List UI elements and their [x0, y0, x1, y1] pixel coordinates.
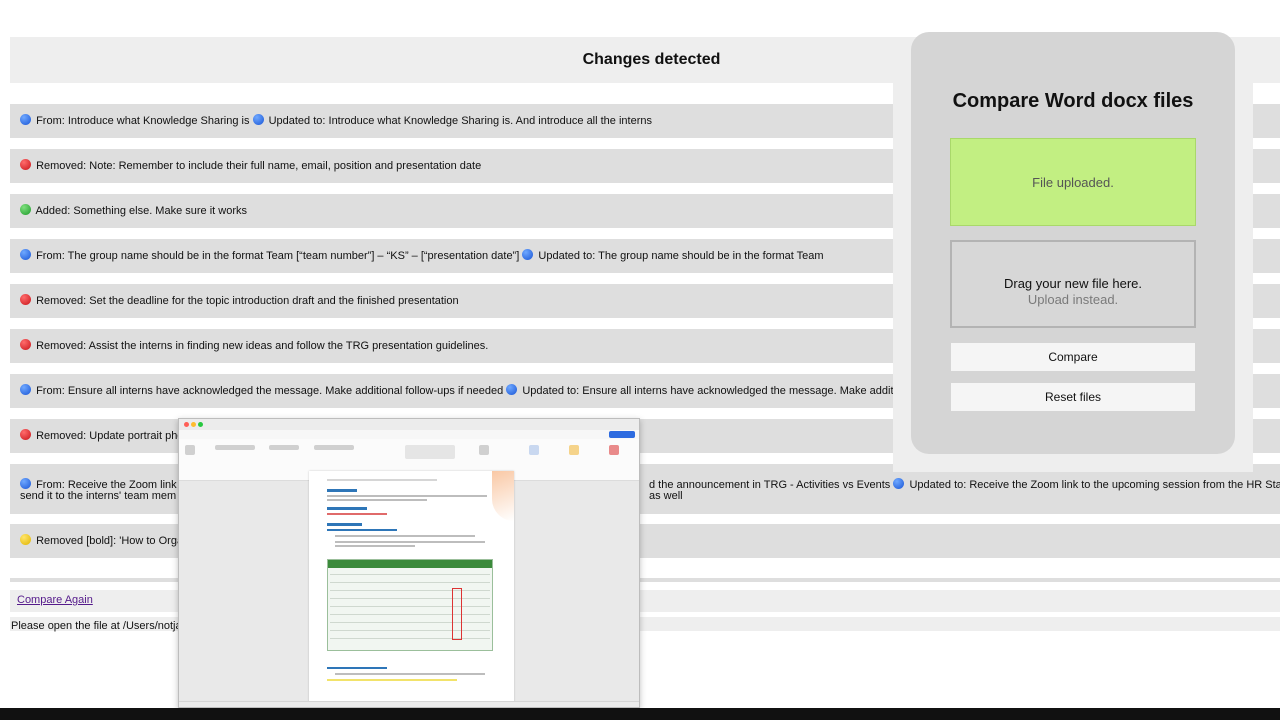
status-dot-icon: [20, 159, 31, 170]
change-text-updated: Updated to: Ensure all interns have ackn…: [522, 385, 896, 397]
status-dot-icon: [506, 384, 518, 395]
compare-panel: Compare Word docx files File uploaded. D…: [911, 32, 1235, 454]
uploaded-status: File uploaded.: [1032, 174, 1114, 190]
change-text: From: Introduce what Knowledge Sharing i…: [36, 115, 250, 127]
status-dot-icon: [20, 204, 31, 215]
addins-icon: [569, 445, 579, 455]
change-text: Removed [bold]: 'How to Orga: [36, 535, 184, 547]
font-box-icon: [215, 445, 255, 450]
thumbnail-titlebar: [179, 419, 639, 430]
change-text-cont2: as well: [649, 490, 683, 502]
thumbnail-ribbon-tabs: [179, 430, 639, 439]
change-text: Removed: Set the deadline for the topic …: [36, 295, 459, 307]
spreadsheet-image: [327, 559, 493, 651]
change-text-updated: Updated to: Introduce what Knowledge Sha…: [268, 115, 652, 127]
status-dot-icon: [20, 478, 31, 489]
word-document-thumbnail[interactable]: [178, 418, 640, 708]
reset-files-button[interactable]: Reset files: [951, 383, 1195, 411]
status-dot-icon: [893, 478, 905, 489]
status-dot-icon: [20, 249, 31, 260]
paste-icon: [185, 445, 195, 455]
uploaded-file-zone[interactable]: File uploaded.: [950, 138, 1196, 226]
status-dot-icon: [20, 384, 31, 395]
minimize-dot-icon: [191, 422, 196, 427]
status-dot-icon: [20, 294, 31, 305]
paragraph-icon: [314, 445, 354, 450]
change-text: From: The group name should be in the fo…: [36, 250, 520, 262]
open-file-note: Please open the file at /Users/notja: [11, 620, 182, 632]
status-dot-icon: [20, 429, 31, 440]
close-dot-icon: [184, 422, 189, 427]
change-text: Removed: Assist the interns in finding n…: [36, 340, 489, 352]
upload-instead-link[interactable]: Upload instead.: [952, 292, 1194, 308]
dictate-icon: [479, 445, 489, 455]
change-text-updated: Updated to: The group name should be in …: [538, 250, 824, 262]
status-dot-icon: [20, 339, 31, 350]
change-text-cont: send it to the interns' team mem: [20, 490, 177, 502]
acrobat-icon: [609, 445, 619, 455]
thumbnail-page: [309, 471, 514, 705]
styles-icon: [405, 445, 455, 459]
change-text: Removed: Note: Remember to include their…: [36, 160, 482, 172]
compare-button[interactable]: Compare: [951, 343, 1195, 371]
format-icon: [269, 445, 299, 450]
change-text: From: Ensure all interns have acknowledg…: [36, 385, 504, 397]
desktop-edge: [0, 708, 1280, 720]
status-dot-icon: [252, 114, 264, 125]
status-dot-icon: [20, 534, 31, 545]
zoom-dot-icon: [198, 422, 203, 427]
status-dot-icon: [20, 114, 31, 125]
thumbnail-status-bar: [179, 701, 639, 707]
compare-again-link[interactable]: Compare Again: [17, 594, 93, 606]
change-text: Removed: Update portrait pho: [36, 430, 184, 442]
dropzone-label: Drag your new file here.: [1003, 276, 1142, 291]
share-icon: [609, 431, 635, 438]
panel-title: Compare Word docx files: [952, 90, 1194, 112]
change-text: Added: Something else. Make sure it work…: [35, 205, 247, 217]
status-dot-icon: [522, 249, 534, 260]
new-file-dropzone[interactable]: Drag your new file here. Upload instead.: [950, 240, 1196, 328]
page-accent: [492, 471, 514, 521]
editor-icon: [529, 445, 539, 455]
app-screen: Changes detected From: Introduce what Kn…: [0, 0, 1280, 708]
